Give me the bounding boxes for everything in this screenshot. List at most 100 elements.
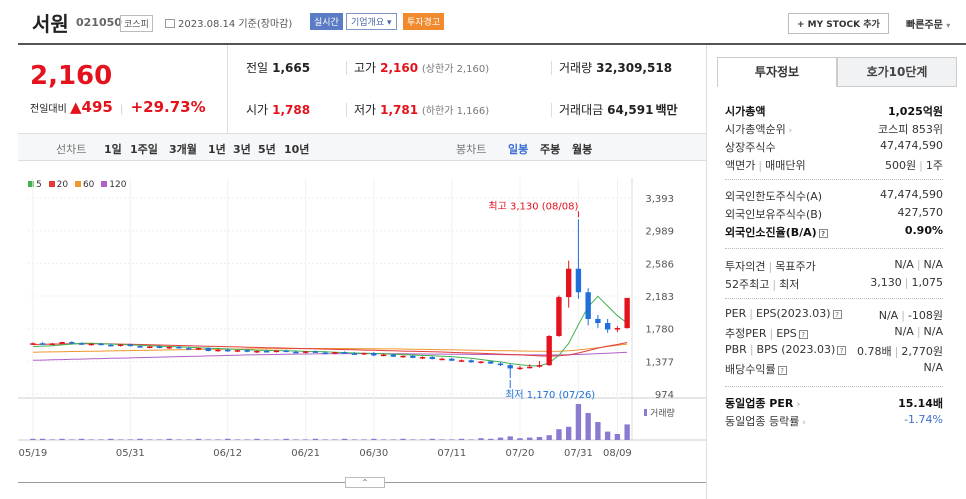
amount-label: 거래대금 <box>559 103 604 117</box>
collapse-button[interactable]: ⌃ <box>345 477 385 488</box>
info-label: 52주최고 <box>725 278 770 291</box>
tab-invest-info[interactable]: 투자정보 <box>717 57 837 87</box>
candle-body <box>390 354 397 357</box>
volume-bar <box>341 438 348 440</box>
stock-code: 021050 <box>76 16 122 29</box>
volume-bar <box>293 439 299 440</box>
period-5y[interactable]: 5년 <box>258 141 276 157</box>
info-label: 동일업종 PER <box>725 397 794 410</box>
section-divider <box>725 298 943 299</box>
candle-monthly[interactable]: 월봉 <box>572 141 592 157</box>
candle-body <box>536 365 543 367</box>
price-chart[interactable]: 974 1,377 1,780 2,183 2,586 2,989 3,393 05/19 05… <box>18 178 706 478</box>
separator: | <box>749 307 753 320</box>
info-row[interactable]: 동일업종 PER › 15.14배 <box>725 395 943 411</box>
candle-body <box>575 268 582 293</box>
info-value: 3,130 | 1,075 <box>870 276 943 289</box>
info-label: 투자의견 <box>725 260 766 273</box>
help-icon[interactable]: ? <box>832 310 842 319</box>
info-row[interactable]: 시가총액순위 › 코스피 853위 <box>725 121 943 137</box>
candle-body <box>283 350 289 353</box>
candle-body <box>400 355 406 358</box>
candle-body <box>205 348 211 351</box>
info-value: 0.90% <box>904 224 943 237</box>
volume-bar <box>322 439 328 440</box>
trade-amount: 거래대금 64,591 백만 <box>559 101 678 118</box>
info-value: 500원 | 1주 <box>885 159 943 172</box>
candle-body <box>98 343 104 346</box>
volume-label: 거래량 <box>650 407 675 419</box>
candle-body <box>361 353 367 355</box>
period-1y[interactable]: 1년 <box>208 141 226 157</box>
candle-body <box>30 343 36 345</box>
separator: | <box>901 309 905 322</box>
volume-bar <box>108 438 114 440</box>
info-label: 외국인한도주식수(A) <box>725 190 823 203</box>
x-tick-label: 06/30 <box>359 448 388 459</box>
invest-info-panel: 투자정보 호가10단계 시가총액 1,025억원 시가총액순위 › 코스피 853위 상… <box>706 45 966 499</box>
volume-bar <box>332 439 338 440</box>
y-tick-label: 2,989 <box>645 227 674 238</box>
info-label-secondary: EPS(2023.03) <box>755 307 831 320</box>
info-label: 상장주식수 <box>725 141 776 154</box>
candle-weekly[interactable]: 주봉 <box>540 141 560 157</box>
x-tick-label: 07/20 <box>506 448 535 459</box>
volume-bar <box>449 439 455 440</box>
volume-bar <box>527 437 533 440</box>
info-label: 배당수익률 <box>725 363 776 376</box>
company-overview-dropdown[interactable]: 기업개요 ▾ <box>346 13 397 30</box>
my-stock-add-button[interactable]: + MY STOCK 추가 <box>788 13 889 34</box>
x-tick-label: 05/31 <box>116 448 145 459</box>
help-icon[interactable]: ? <box>777 366 787 375</box>
low-value: 1,781 <box>380 103 419 117</box>
volume-bar <box>371 438 377 440</box>
y-tick-label: 3,393 <box>645 194 674 205</box>
price-stats: 전일 1,665 고가 2,160 (상한가 2,160) 거래량 32,309,51… <box>228 45 706 133</box>
period-3y[interactable]: 3년 <box>233 141 251 157</box>
volume-bar <box>234 439 241 440</box>
candle-body <box>546 335 552 366</box>
help-icon[interactable]: ? <box>798 330 808 339</box>
info-value: 47,474,590 <box>880 139 943 152</box>
change-percent: +29.73% <box>130 98 206 116</box>
volume-bar <box>166 438 172 440</box>
info-label: 액면가 <box>725 159 756 172</box>
candle-body <box>49 343 56 345</box>
up-arrow-icon: ▲ <box>70 98 82 116</box>
period-1d[interactable]: 1일 <box>104 141 122 157</box>
quick-order-button[interactable]: 빠른주문 ▾ <box>906 16 950 31</box>
low-annotation: 최저 1,170 (07/26) <box>505 389 595 401</box>
period-10y[interactable]: 10년 <box>284 141 309 157</box>
y-tick-label: 1,780 <box>645 325 674 336</box>
volume-bar <box>176 439 182 440</box>
help-icon[interactable]: ? <box>837 346 847 355</box>
separator: | <box>758 159 763 172</box>
volume-bar <box>225 438 231 440</box>
volume-bar <box>30 438 36 440</box>
period-3m[interactable]: 3개월 <box>169 141 197 157</box>
candle-daily[interactable]: 일봉 <box>508 141 528 157</box>
info-value: 1,025억원 <box>887 105 943 118</box>
candle-body <box>147 346 153 349</box>
volume-bar <box>546 435 552 440</box>
volume-bar <box>439 439 445 440</box>
info-row: 외국인보유주식수(B) 427,570 <box>725 206 943 222</box>
chevron-right-icon: › <box>793 400 801 410</box>
candle-body <box>302 351 309 353</box>
tab-orderbook[interactable]: 호가10단계 <box>837 57 957 87</box>
y-tick-label: 974 <box>655 390 674 401</box>
volume-bar <box>147 439 153 440</box>
help-icon[interactable]: ? <box>818 229 828 238</box>
info-value-secondary: 1주 <box>925 159 943 172</box>
info-row[interactable]: 동일업종 등락률 › -1.74% <box>725 413 943 429</box>
x-tick-label: 05/19 <box>18 448 47 459</box>
candle-body <box>371 353 377 356</box>
period-1w[interactable]: 1주일 <box>130 141 158 157</box>
info-label: 추정PER <box>725 327 767 340</box>
realtime-badge[interactable]: 실시간 <box>310 13 343 30</box>
candle-body <box>604 323 611 330</box>
volume-bar <box>283 438 289 440</box>
candle-body <box>108 344 114 347</box>
separator: | <box>916 325 921 338</box>
separator: | <box>919 159 923 172</box>
